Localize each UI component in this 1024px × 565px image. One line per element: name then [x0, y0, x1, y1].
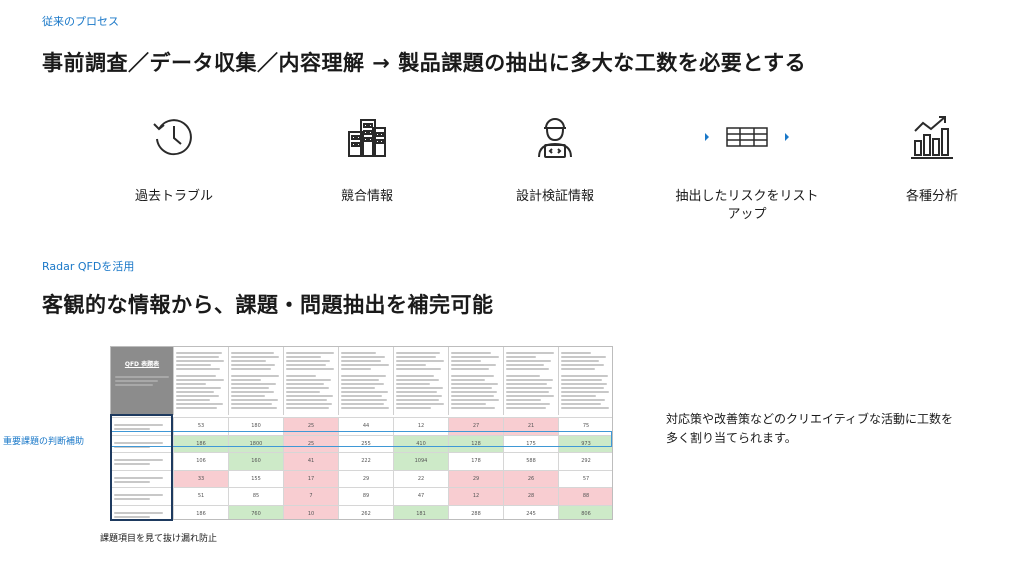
table-row: 106 160 41 222 1094 178 588 292: [111, 452, 612, 470]
list-table-icon: [705, 127, 789, 147]
important-row-highlight: [110, 431, 612, 447]
table-row: 33 155 17 29 22 29 26 57: [111, 469, 612, 487]
qfd-cell: 155: [228, 470, 283, 487]
qfd-cell: 106: [173, 453, 228, 470]
qfd-cell: 22: [393, 470, 448, 487]
engineer-laptop-icon: [538, 118, 572, 158]
qfd-cell: 181: [393, 505, 448, 519]
section-label-radar: Radar QFDを活用: [42, 260, 135, 273]
process-item-analysis: 各種分析: [832, 108, 1024, 206]
qfd-cell: 178: [448, 453, 503, 470]
qfd-column-header: [448, 347, 503, 415]
qfd-corner-cell: QFD 表題表: [111, 347, 173, 415]
process-icons-row: 過去トラブル 競合情報 設計検証情報 抽出したリスクをリスト アップ 各種分析: [0, 108, 1024, 238]
qfd-cell: 29: [448, 470, 503, 487]
qfd-column-header: [393, 347, 448, 415]
qfd-cell: 29: [338, 470, 393, 487]
important-issue-label: 重要課題の判断補助: [3, 437, 85, 447]
qfd-cell: 57: [558, 470, 612, 487]
qfd-cell: 7: [283, 488, 338, 505]
qfd-column-header: [338, 347, 393, 415]
process-caption: 過去トラブル: [134, 189, 213, 204]
clock-history-icon: [153, 119, 192, 156]
qfd-cell: 292: [558, 453, 612, 470]
qfd-title: QFD 表題表: [124, 361, 160, 368]
qfd-cell: 222: [338, 453, 393, 470]
qfd-column-header: [558, 347, 612, 415]
qfd-cell: 1094: [393, 453, 448, 470]
qfd-column-header: [173, 347, 228, 415]
bottom-note: 課題項目を見て抜け漏れ防止: [100, 534, 218, 544]
qfd-cell: 288: [448, 505, 503, 519]
issue-items-highlight: [110, 414, 173, 521]
side-text: 対応策や改善策などのクリエイティブな活動に工数を 多く割り当てられます。: [666, 412, 954, 445]
qfd-cell: 245: [503, 505, 558, 519]
qfd-cell: 28: [503, 488, 558, 505]
section-heading-radar: 客観的な情報から、課題・問題抽出を補完可能: [42, 293, 494, 317]
qfd-cell: 262: [338, 505, 393, 519]
qfd-cell: 12: [448, 488, 503, 505]
qfd-cell: 85: [228, 488, 283, 505]
qfd-cell: 33: [173, 470, 228, 487]
process-caption: 競合情報: [340, 189, 393, 204]
qfd-cell: 160: [228, 453, 283, 470]
qfd-cell: 760: [228, 505, 283, 519]
bar-chart-icon: [911, 116, 953, 159]
qfd-column-header: [283, 347, 338, 415]
table-row: 51 85 7 89 47 12 28 88: [111, 487, 612, 505]
section-label-conventional: 従来のプロセス: [42, 15, 119, 28]
qfd-cell: 588: [503, 453, 558, 470]
process-caption: 設計検証情報: [515, 189, 594, 204]
qfd-table-header: QFD 表題表: [111, 347, 612, 415]
qfd-cell: 88: [558, 488, 612, 505]
qfd-cell: 51: [173, 488, 228, 505]
process-item-past-trouble: 過去トラブル: [74, 108, 274, 206]
qfd-column-header: [228, 347, 283, 415]
qfd-cell: 41: [283, 453, 338, 470]
qfd-column-header: [503, 347, 558, 415]
process-caption: 各種分析: [905, 189, 958, 204]
qfd-cell: 26: [503, 470, 558, 487]
process-caption: 抽出したリスクをリスト アップ: [675, 189, 819, 222]
table-row: 186 760 10 262 181 288 245 806: [111, 504, 612, 519]
process-item-risk-list: 抽出したリスクをリスト アップ: [647, 108, 847, 224]
qfd-cell: 806: [558, 505, 612, 519]
qfd-cell: 47: [393, 488, 448, 505]
qfd-cell: 186: [173, 505, 228, 519]
qfd-cell: 17: [283, 470, 338, 487]
qfd-cell: 10: [283, 505, 338, 519]
process-item-competitor: 競合情報: [267, 108, 467, 206]
buildings-icon: [348, 119, 386, 157]
qfd-cell: 89: [338, 488, 393, 505]
section-heading-conventional: 事前調査／データ収集／内容理解 → 製品課題の抽出に多大な工数を必要とする: [42, 51, 807, 75]
process-item-design-verification: 設計検証情報: [455, 108, 655, 206]
